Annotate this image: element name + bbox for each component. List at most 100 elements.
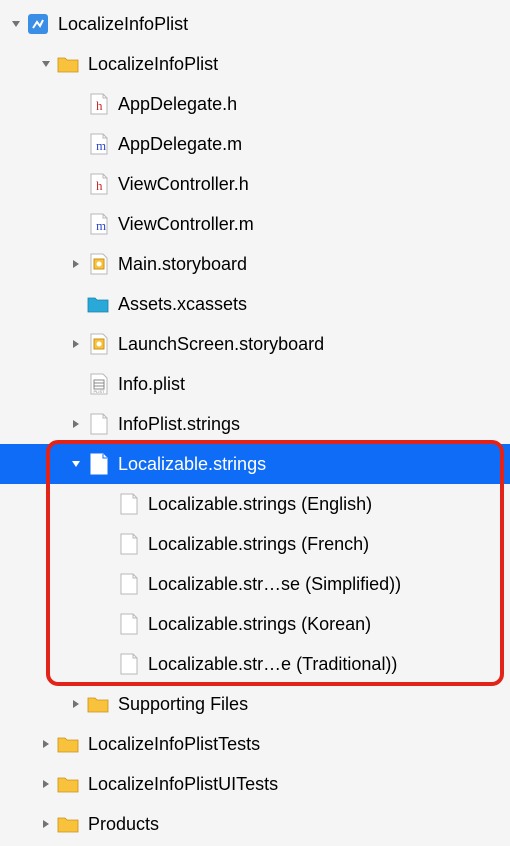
disclosure-open-icon[interactable] (38, 56, 54, 72)
tree-item-label: Localizable.strings (French) (148, 534, 369, 555)
tree-item-label: Localizable.strings (English) (148, 494, 372, 515)
tree-item-label: LocalizeInfoPlistUITests (88, 774, 278, 795)
storyboard-icon (86, 252, 110, 276)
tree-row[interactable]: Supporting Files (0, 684, 510, 724)
disclosure-open-icon[interactable] (68, 456, 84, 472)
svg-text:m: m (96, 218, 106, 233)
indent (0, 224, 68, 225)
folder-icon (86, 692, 110, 716)
indent (0, 184, 68, 185)
tree-row[interactable]: PLIST Info.plist (0, 364, 510, 404)
indent (0, 784, 38, 785)
indent (0, 744, 38, 745)
indent (0, 544, 98, 545)
tree-row[interactable]: Localizable.strings (French) (0, 524, 510, 564)
tree-row[interactable]: LocalizeInfoPlistTests (0, 724, 510, 764)
tree-row[interactable]: LocalizeInfoPlist (0, 4, 510, 44)
tree-row[interactable]: Localizable.strings (0, 444, 510, 484)
tree-row[interactable]: Products (0, 804, 510, 844)
folder-icon (56, 812, 80, 836)
indent (0, 464, 68, 465)
svg-text:PLIST: PLIST (93, 389, 105, 394)
indent (0, 304, 68, 305)
disclosure-closed-icon[interactable] (68, 416, 84, 432)
folder-icon (56, 52, 80, 76)
disclosure-closed-icon[interactable] (68, 696, 84, 712)
strings-icon (116, 532, 140, 556)
tree-item-label: AppDelegate.m (118, 134, 242, 155)
tree-row[interactable]: h ViewController.h (0, 164, 510, 204)
indent (0, 344, 68, 345)
indent (0, 144, 68, 145)
tree-item-label: ViewController.h (118, 174, 249, 195)
disclosure-open-icon[interactable] (8, 16, 24, 32)
folder-icon (56, 772, 80, 796)
tree-row[interactable]: Main.storyboard (0, 244, 510, 284)
xcassets-icon (86, 292, 110, 316)
plist-icon: PLIST (86, 372, 110, 396)
project-icon (26, 12, 50, 36)
indent (0, 24, 8, 25)
tree-row[interactable]: h AppDelegate.h (0, 84, 510, 124)
tree-row[interactable]: InfoPlist.strings (0, 404, 510, 444)
tree-row[interactable]: Localizable.strings (English) (0, 484, 510, 524)
tree-row[interactable]: Assets.xcassets (0, 284, 510, 324)
strings-icon (116, 492, 140, 516)
tree-row[interactable]: m AppDelegate.m (0, 124, 510, 164)
svg-text:h: h (96, 98, 103, 113)
indent (0, 424, 68, 425)
tree-item-label: LocalizeInfoPlist (58, 14, 188, 35)
tree-item-label: Localizable.strings (Korean) (148, 614, 371, 635)
m-file-icon: m (86, 212, 110, 236)
indent (0, 824, 38, 825)
tree-item-label: LaunchScreen.storyboard (118, 334, 324, 355)
tree-item-label: Supporting Files (118, 694, 248, 715)
strings-icon (116, 572, 140, 596)
indent (0, 384, 68, 385)
svg-text:m: m (96, 138, 106, 153)
tree-item-label: Info.plist (118, 374, 185, 395)
indent (0, 264, 68, 265)
tree-row[interactable]: LocalizeInfoPlist (0, 44, 510, 84)
tree-item-label: Localizable.strings (118, 454, 266, 475)
tree-row[interactable]: LocalizeInfoPlistUITests (0, 764, 510, 804)
indent (0, 64, 38, 65)
tree-item-label: AppDelegate.h (118, 94, 237, 115)
tree-row[interactable]: Localizable.str…e (Traditional)) (0, 644, 510, 684)
indent (0, 624, 98, 625)
disclosure-closed-icon[interactable] (68, 336, 84, 352)
tree-item-label: Products (88, 814, 159, 835)
tree-row[interactable]: Localizable.str…se (Simplified)) (0, 564, 510, 604)
tree-item-label: LocalizeInfoPlistTests (88, 734, 260, 755)
strings-icon (116, 612, 140, 636)
indent (0, 664, 98, 665)
disclosure-closed-icon[interactable] (38, 776, 54, 792)
storyboard-icon (86, 332, 110, 356)
h-file-icon: h (86, 172, 110, 196)
tree-row[interactable]: LaunchScreen.storyboard (0, 324, 510, 364)
indent (0, 704, 68, 705)
disclosure-closed-icon[interactable] (38, 816, 54, 832)
tree-item-label: LocalizeInfoPlist (88, 54, 218, 75)
tree-row[interactable]: Localizable.strings (Korean) (0, 604, 510, 644)
disclosure-closed-icon[interactable] (68, 256, 84, 272)
folder-icon (56, 732, 80, 756)
tree-item-label: Localizable.str…se (Simplified)) (148, 574, 401, 595)
h-file-icon: h (86, 92, 110, 116)
project-navigator[interactable]: LocalizeInfoPlist LocalizeInfoPlist h AppDe… (0, 0, 510, 844)
strings-icon (116, 652, 140, 676)
strings-icon (86, 452, 110, 476)
indent (0, 504, 98, 505)
tree-row[interactable]: m ViewController.m (0, 204, 510, 244)
disclosure-closed-icon[interactable] (38, 736, 54, 752)
tree-item-label: Localizable.str…e (Traditional)) (148, 654, 397, 675)
tree-item-label: InfoPlist.strings (118, 414, 240, 435)
indent (0, 584, 98, 585)
svg-text:h: h (96, 178, 103, 193)
indent (0, 104, 68, 105)
tree-item-label: Main.storyboard (118, 254, 247, 275)
strings-icon (86, 412, 110, 436)
m-file-icon: m (86, 132, 110, 156)
tree-item-label: Assets.xcassets (118, 294, 247, 315)
tree-item-label: ViewController.m (118, 214, 254, 235)
